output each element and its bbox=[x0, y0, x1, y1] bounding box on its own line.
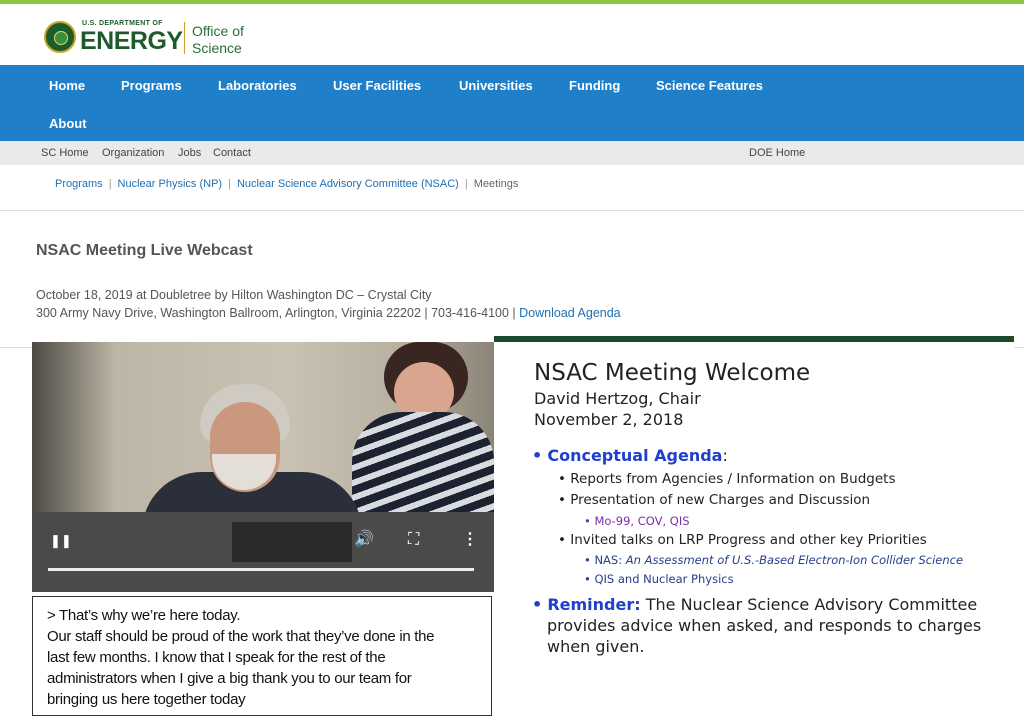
slide-title: NSAC Meeting Welcome bbox=[534, 360, 811, 386]
video-progress-bar[interactable] bbox=[48, 568, 474, 571]
nav-item-about[interactable]: About bbox=[49, 116, 87, 131]
util-link-jobs[interactable]: Jobs bbox=[178, 147, 201, 159]
breadcrumb-link-nuclear-physics[interactable]: Nuclear Physics (NP) bbox=[118, 178, 223, 190]
slide-bullet: • Presentation of new Charges and Discus… bbox=[558, 492, 871, 508]
util-link-doe-home[interactable]: DOE Home bbox=[749, 147, 805, 159]
breadcrumb-current: Meetings bbox=[473, 178, 519, 190]
breadcrumb-link-programs[interactable]: Programs bbox=[55, 178, 103, 190]
event-address-row: 300 Army Navy Drive, Washington Ballroom… bbox=[36, 304, 621, 322]
slide-bullet-text: Presentation of new Charges and Discussi… bbox=[570, 492, 871, 508]
nav-item-home[interactable]: Home bbox=[49, 78, 85, 93]
site-header: U.S. DEPARTMENT OF ENERGY Office of Scie… bbox=[0, 4, 1024, 65]
page-title: NSAC Meeting Live Webcast bbox=[36, 242, 253, 259]
slide-subtitle: David Hertzog, Chair November 2, 2018 bbox=[534, 388, 701, 430]
logo-dept-text: U.S. DEPARTMENT OF bbox=[82, 20, 163, 27]
slide-subbullet: • QIS and Nuclear Physics bbox=[584, 572, 734, 586]
slide-subbullet-text: Mo-99, COV, QIS bbox=[594, 514, 690, 528]
logo-office-line2: Science bbox=[192, 40, 242, 56]
util-link-contact[interactable]: Contact bbox=[213, 147, 251, 159]
caption-line: last few months. I know that I speak for… bbox=[47, 649, 386, 666]
slide-subbullet: • NAS: An Assessment of U.S.-Based Elect… bbox=[584, 553, 964, 567]
slide-bullet: • Invited talks on LRP Progress and othe… bbox=[558, 532, 927, 548]
event-info: October 18, 2019 at Doubletree by Hilton… bbox=[36, 286, 621, 322]
event-date-line: October 18, 2019 at Doubletree by Hilton… bbox=[36, 288, 432, 302]
fullscreen-icon[interactable]: ⛶ bbox=[408, 532, 419, 548]
breadcrumb-separator: | bbox=[108, 178, 112, 190]
slide-bullet-text: Reports from Agencies / Information on B… bbox=[570, 471, 896, 487]
slide-subbullet: • Mo-99, COV, QIS bbox=[584, 514, 690, 528]
utility-nav: SC Home Organization Jobs Contact DOE Ho… bbox=[0, 141, 1024, 165]
download-agenda-link[interactable]: Download Agenda bbox=[519, 306, 620, 320]
nav-item-science-features[interactable]: Science Features bbox=[656, 78, 763, 93]
slide-reminder: • Reminder: The Nuclear Science Advisory… bbox=[532, 595, 977, 614]
agenda-label: Conceptual Agenda bbox=[547, 446, 723, 465]
reminder-text: provides advice when asked, and responds… bbox=[547, 616, 982, 635]
nas-prefix: NAS: bbox=[594, 553, 626, 567]
nas-report-title: An Assessment of U.S.-Based Electron-Ion… bbox=[625, 553, 964, 567]
slide-date: November 2, 2018 bbox=[534, 410, 684, 429]
breadcrumb-separator: | bbox=[464, 178, 468, 190]
util-link-sc-home[interactable]: SC Home bbox=[41, 147, 89, 159]
breadcrumb-link-nsac[interactable]: Nuclear Science Advisory Committee (NSAC… bbox=[237, 178, 459, 190]
webcast-video-player[interactable]: ❚❚ 🔊 ⛶ ⋮ bbox=[32, 342, 494, 592]
nav-item-laboratories[interactable]: Laboratories bbox=[218, 78, 297, 93]
event-address-line: 300 Army Navy Drive, Washington Ballroom… bbox=[36, 306, 516, 320]
logo-energy-text[interactable]: ENERGY bbox=[80, 27, 183, 56]
nav-item-programs[interactable]: Programs bbox=[121, 78, 182, 93]
slide-presenter: David Hertzog, Chair bbox=[534, 389, 701, 408]
volume-icon[interactable]: 🔊 bbox=[354, 532, 374, 548]
main-nav: Home Programs Laboratories User Faciliti… bbox=[0, 65, 1024, 141]
bullet-dot: • bbox=[532, 446, 543, 465]
pause-icon[interactable]: ❚❚ bbox=[50, 534, 72, 547]
more-options-icon[interactable]: ⋮ bbox=[462, 532, 478, 548]
caption-line: administrators when I give a big thank y… bbox=[47, 670, 412, 687]
slide-bullet-text: Invited talks on LRP Progress and other … bbox=[570, 532, 927, 548]
breadcrumb-separator: | bbox=[228, 178, 231, 190]
util-link-organization[interactable]: Organization bbox=[102, 147, 164, 159]
slide-bullet: • Reports from Agencies / Information on… bbox=[558, 471, 896, 487]
slide-agenda-heading: • Conceptual Agenda: bbox=[532, 446, 728, 465]
reminder-text: when given. bbox=[547, 637, 645, 656]
logo-office-line1: Office of bbox=[192, 23, 244, 39]
presentation-slide: NSAC Meeting Welcome David Hertzog, Chai… bbox=[494, 342, 1014, 727]
doe-seal-logo[interactable] bbox=[44, 21, 76, 53]
reminder-label: Reminder: bbox=[547, 595, 641, 614]
caption-line: > That’s why we’re here today. bbox=[47, 607, 241, 624]
divider bbox=[0, 210, 1024, 211]
nav-item-funding[interactable]: Funding bbox=[569, 78, 620, 93]
nav-item-universities[interactable]: Universities bbox=[459, 78, 533, 93]
nav-item-user-facilities[interactable]: User Facilities bbox=[333, 78, 421, 93]
bullet-dot: • bbox=[532, 595, 543, 614]
video-laptop bbox=[232, 522, 352, 562]
logo-divider bbox=[184, 22, 185, 54]
caption-line: bringing us here together today bbox=[47, 691, 246, 708]
breadcrumb: Programs | Nuclear Physics (NP) | Nuclear Sc… bbox=[55, 178, 518, 190]
slide-subbullet-text: QIS and Nuclear Physics bbox=[594, 572, 734, 586]
logo-office[interactable]: Office of Science bbox=[192, 23, 244, 57]
closed-caption-box: > That’s why we’re here today. Our staff… bbox=[32, 596, 492, 716]
caption-line: Our staff should be proud of the work th… bbox=[47, 628, 435, 645]
reminder-text: The Nuclear Science Advisory Committee bbox=[645, 595, 978, 614]
agenda-colon: : bbox=[722, 446, 728, 465]
